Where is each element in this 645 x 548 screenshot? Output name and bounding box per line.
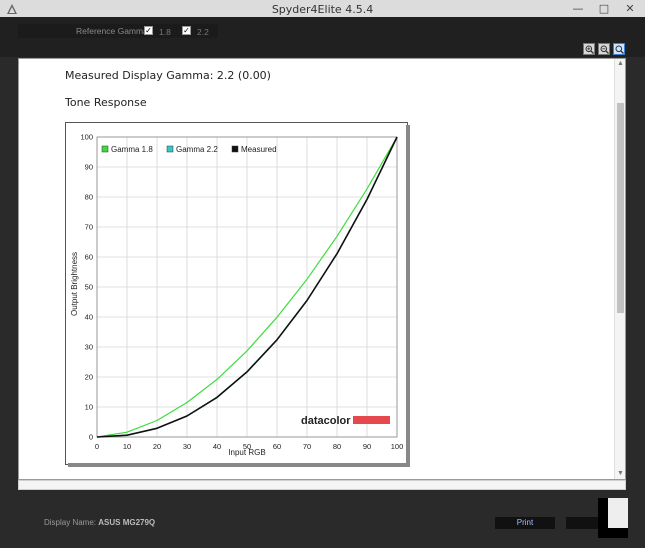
y-tick-label: 40 [85,313,93,322]
tone-response-chart: 0 10 20 30 40 50 60 70 80 90 100010203040506070809… [65,122,410,467]
x-tick-label: 70 [303,442,311,451]
x-tick-label: 100 [391,442,404,451]
y-tick-label: 0 [89,433,93,442]
window-title: Spyder4Elite 4.5.4 [271,3,374,16]
report-panel: Measured Display Gamma: 2.2 (0.00) Tone … [18,58,626,480]
scroll-up-icon[interactable]: ▲ [615,59,625,69]
x-tick-label: 30 [183,442,191,451]
y-axis-label: Output Brightness [70,252,79,316]
reference-gamma-label: Reference Gamma: [76,26,151,36]
x-tick-label: 80 [333,442,341,451]
y-tick-label: 70 [85,223,93,232]
chart-legend: Gamma 1.8 Gamma 2.2 Measured [101,145,277,154]
y-tick-label: 80 [85,193,93,202]
y-tick-label: 90 [85,163,93,172]
gamma-2-2-checkbox[interactable]: ✓ [182,26,191,35]
x-tick-label: 90 [363,442,371,451]
legend-label: Gamma 1.8 [111,145,153,154]
gamma-1-8-checkbox[interactable]: ✓ [144,26,153,35]
maximize-icon[interactable]: □ [592,0,616,18]
x-tick-label: 20 [153,442,161,451]
watermark-logo [598,498,628,538]
x-axis-label: Input RGB [228,448,265,457]
legend-swatch [231,145,239,153]
print-button[interactable]: Print [495,517,555,529]
x-tick-label: 0 [95,442,99,451]
x-tick-label: 10 [123,442,131,451]
gamma-2-2-label: 2.2 [197,27,209,37]
gamma-1-8-label: 1.8 [159,27,171,37]
y-tick-label: 60 [85,253,93,262]
vertical-scroll-thumb[interactable] [617,103,624,313]
display-name-value: ASUS MG279Q [98,518,156,527]
close-icon[interactable]: ✕ [618,0,642,18]
x-tick-label: 60 [273,442,281,451]
horizontal-scrollbar[interactable] [18,480,626,490]
y-tick-label: 30 [85,343,93,352]
vertical-scrollbar[interactable]: ▲ ▼ [614,59,625,479]
display-name: Display Name: ASUS MG279Q [44,518,155,527]
scroll-down-icon[interactable]: ▼ [615,469,625,479]
measured-gamma-text: Measured Display Gamma: 2.2 (0.00) [65,69,271,82]
y-tick-label: 100 [80,133,93,142]
display-name-label: Display Name: [44,518,97,527]
x-tick-label: 40 [213,442,221,451]
zoom-fit-icon[interactable] [613,43,625,55]
zoom-out-icon[interactable] [598,43,610,55]
legend-label: Measured [241,145,277,154]
section-title: Tone Response [65,96,147,109]
legend-swatch [101,145,109,153]
minimize-icon[interactable]: — [566,0,590,18]
legend-swatch [166,145,174,153]
datacolor-logo-text: datacolor [301,415,351,427]
zoom-in-icon[interactable] [583,43,595,55]
title-bar: Spyder4Elite 4.5.4 — □ ✕ [0,0,645,18]
legend-label: Gamma 2.2 [176,145,218,154]
y-tick-label: 50 [85,283,93,292]
y-tick-label: 20 [85,373,93,382]
y-tick-label: 10 [85,403,93,412]
